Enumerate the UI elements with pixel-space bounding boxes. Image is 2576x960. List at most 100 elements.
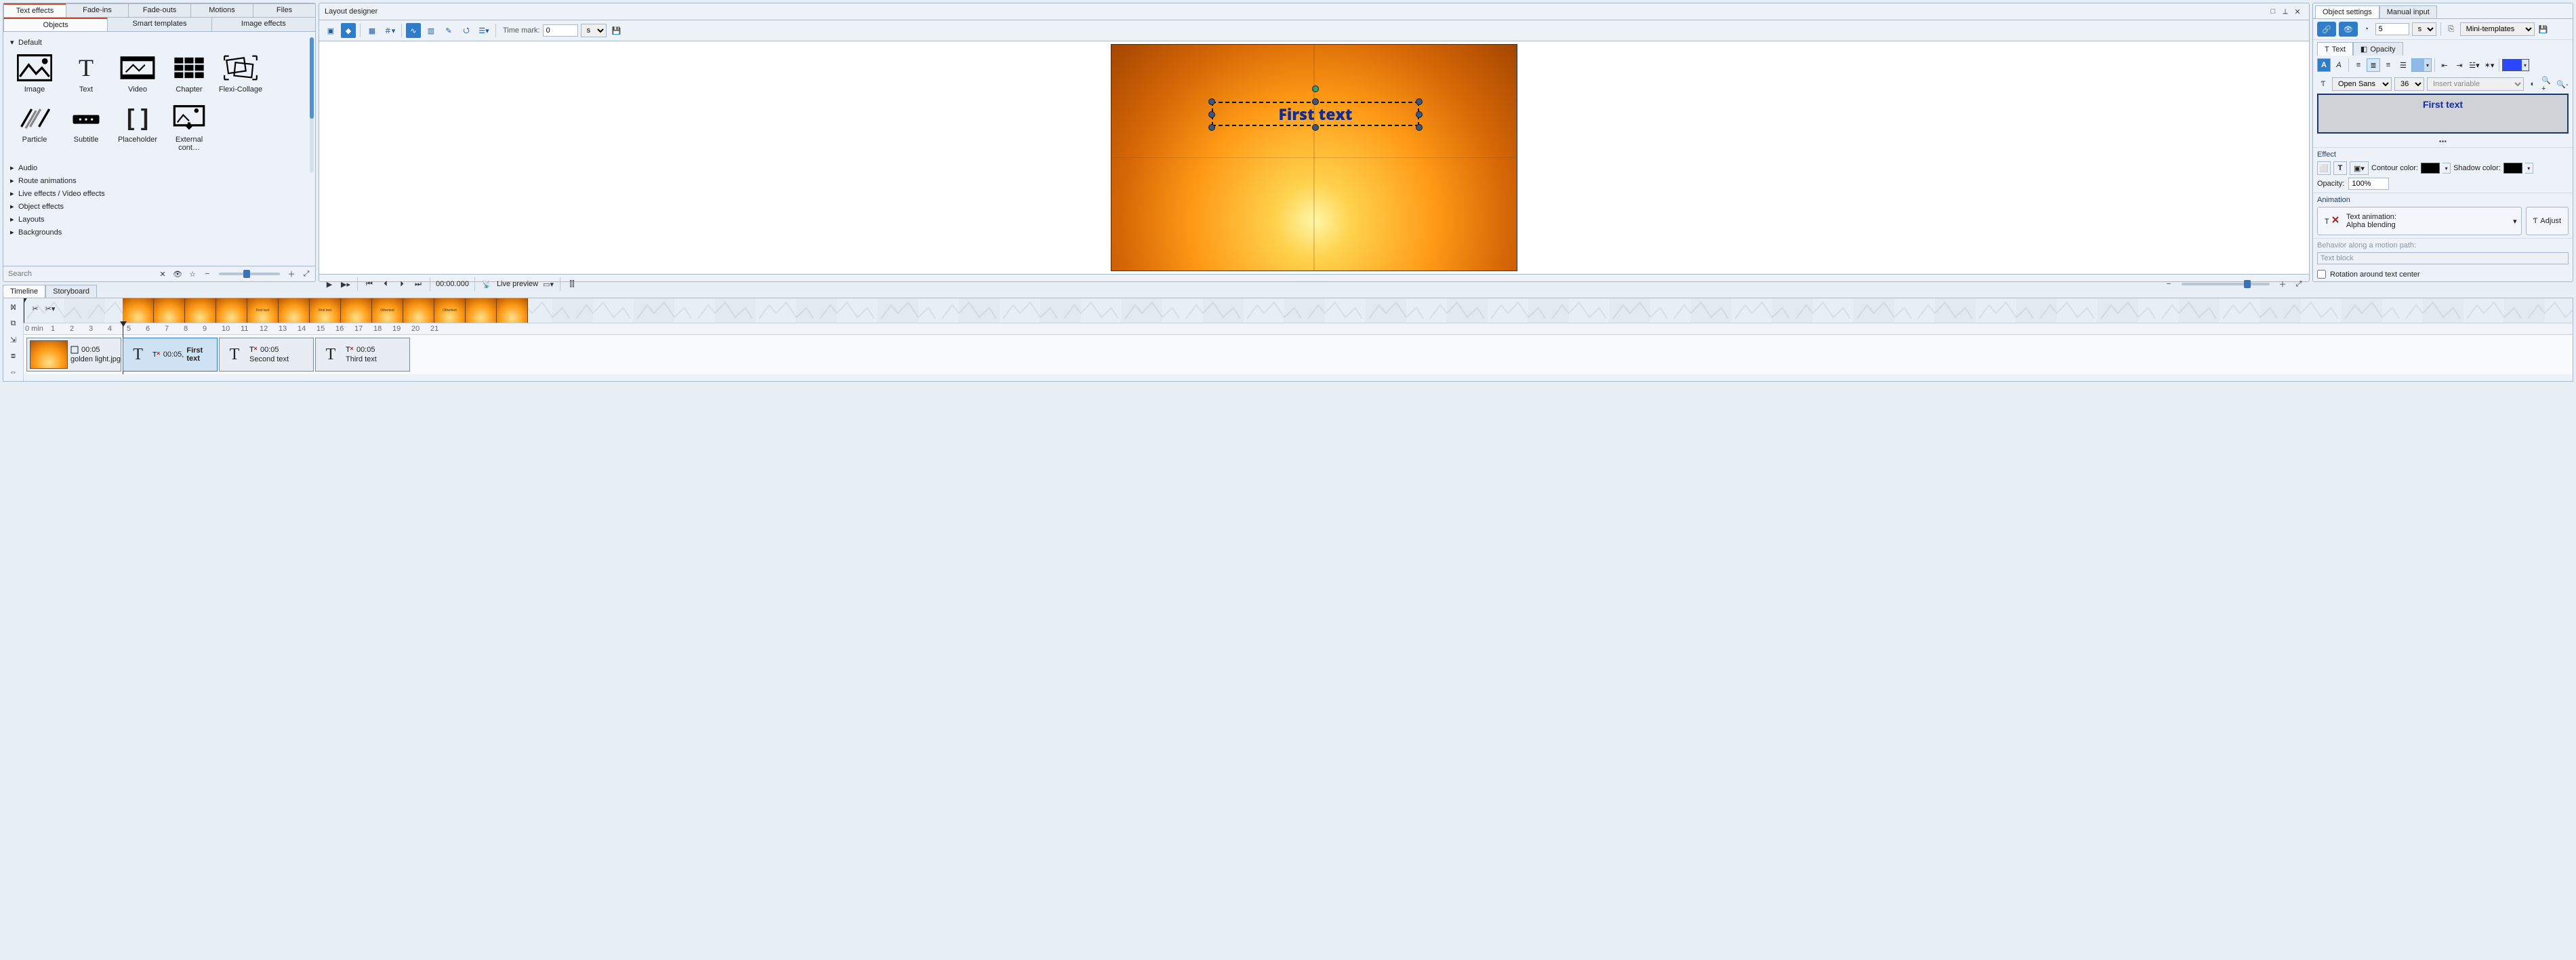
resize-handle-w[interactable]: [1208, 111, 1215, 118]
font-size-select[interactable]: 36: [2394, 77, 2424, 91]
tl-tool-fit-icon[interactable]: ⇔: [7, 366, 20, 378]
obj-video[interactable]: Video: [113, 53, 162, 94]
prev-frame-icon[interactable]: ⏴: [380, 278, 392, 290]
next-frame-icon[interactable]: ⏵: [396, 278, 408, 290]
obj-image[interactable]: Image: [10, 53, 59, 94]
cat-layouts[interactable]: Layouts: [9, 213, 310, 226]
pin-icon[interactable]: ⟂: [2279, 6, 2291, 17]
resize-handle-e[interactable]: [1416, 111, 1423, 118]
rotate-handle[interactable]: [1312, 85, 1319, 92]
quality-icon[interactable]: ▭▾: [542, 278, 554, 290]
italic-mode-icon[interactable]: A: [2332, 58, 2346, 72]
tab-text-effects[interactable]: Text effects: [3, 3, 66, 17]
align-center-icon[interactable]: ≣: [2367, 58, 2380, 72]
contrast-icon[interactable]: ◐: [2527, 78, 2539, 90]
opacity-input[interactable]: [2348, 178, 2389, 190]
obj-chapter[interactable]: Chapter: [165, 53, 213, 94]
effect-none-icon[interactable]: ⬜: [2317, 161, 2331, 175]
resize-handle-sw[interactable]: [1208, 124, 1215, 131]
thumb-size-slider[interactable]: [219, 273, 280, 275]
tl-tool-group-icon[interactable]: ⧉: [7, 317, 20, 329]
canvas-zoom-slider[interactable]: [2182, 283, 2270, 285]
cut-mode-icon[interactable]: ✂▾: [44, 302, 56, 315]
maximize-icon[interactable]: □: [2267, 6, 2279, 17]
timeline-tracks[interactable]: 00:05golden light.jpgTT00:05, First text…: [24, 335, 2573, 374]
contour-color-dd[interactable]: ▾: [2442, 163, 2451, 174]
tl-tool-split-icon[interactable]: ⇲: [7, 334, 20, 346]
time-mark-unit[interactable]: s: [581, 24, 607, 37]
zoom-out-icon[interactable]: −: [201, 268, 213, 280]
zoom-fit-icon[interactable]: ⤢: [300, 268, 312, 280]
save-frame-icon[interactable]: 💾: [609, 23, 624, 38]
close-icon[interactable]: ✕: [2291, 6, 2304, 17]
crop-tool-icon[interactable]: ▣: [323, 23, 338, 38]
subtab-smart-templates[interactable]: Smart templates: [107, 18, 211, 32]
toolbox-scrollbar[interactable]: [310, 37, 314, 173]
text-color-well[interactable]: ▾: [2502, 59, 2529, 71]
style-icon[interactable]: ✶▾: [2482, 58, 2496, 72]
timeline-clip[interactable]: 00:05golden light.jpg: [26, 338, 121, 372]
zoom-in-canvas-icon[interactable]: ＋: [2276, 278, 2289, 290]
time-ruler[interactable]: 0 min 123456789101112131415161718192021: [24, 323, 2573, 335]
search-input[interactable]: [6, 268, 154, 280]
expand-text-icon[interactable]: •••: [2313, 136, 2573, 147]
align-left-icon[interactable]: ≡: [2352, 58, 2365, 72]
char-mode-icon[interactable]: A: [2317, 58, 2331, 72]
zoom-fit-canvas-icon[interactable]: ⤢: [2293, 278, 2305, 290]
time-mark-input[interactable]: [543, 24, 578, 37]
zoom-out-canvas-icon[interactable]: −: [2163, 278, 2175, 290]
resize-handle-ne[interactable]: [1416, 98, 1423, 105]
select-tool-icon[interactable]: ◆: [341, 23, 356, 38]
star-icon[interactable]: ☆: [186, 268, 199, 280]
obj-external-content[interactable]: External cont…: [165, 103, 213, 152]
resize-handle-s[interactable]: [1312, 124, 1319, 131]
cat-audio[interactable]: Audio: [9, 161, 310, 174]
contour-color-well[interactable]: [2421, 163, 2440, 174]
cat-live-effects[interactable]: Live effects / Video effects: [9, 187, 310, 200]
tab-storyboard[interactable]: Storyboard: [45, 285, 97, 298]
insert-variable-select[interactable]: Insert variable: [2427, 77, 2524, 91]
cat-route[interactable]: Route animations: [9, 174, 310, 187]
subtab-objects[interactable]: Objects: [3, 18, 108, 32]
timeline-clip[interactable]: TT00:05Third text: [315, 338, 410, 372]
skip-end-icon[interactable]: ⏭: [412, 278, 424, 290]
indent-dec-icon[interactable]: ⇤: [2438, 58, 2451, 72]
cut-tool-icon[interactable]: ✂: [29, 302, 41, 315]
play-from-icon[interactable]: ▶▸: [340, 278, 352, 290]
resize-handle-nw[interactable]: [1208, 98, 1215, 105]
tab-fade-outs[interactable]: Fade-outs: [128, 3, 191, 17]
obj-subtitle[interactable]: Subtitle: [62, 103, 110, 152]
obj-particle[interactable]: Particle: [10, 103, 59, 152]
subtab-image-effects[interactable]: Image effects: [211, 18, 316, 32]
adjust-button[interactable]: Ƭ Adjust: [2526, 207, 2569, 235]
grid-icon[interactable]: ▦: [365, 23, 380, 38]
duration-unit[interactable]: s: [2412, 22, 2436, 36]
effect-outline-icon[interactable]: T: [2333, 161, 2347, 175]
compare-icon[interactable]: ⫿⫿: [566, 278, 578, 290]
subtab-opacity[interactable]: ◧Opacity: [2353, 42, 2403, 56]
list-icon[interactable]: ☱▾: [2468, 58, 2481, 72]
tab-object-settings[interactable]: Object settings: [2315, 5, 2379, 18]
link-toggle-icon[interactable]: 🔗: [2317, 22, 2336, 37]
subtab-text[interactable]: TText: [2317, 42, 2353, 56]
canvas[interactable]: First text: [1111, 44, 1517, 271]
tab-fade-ins[interactable]: Fade-ins: [66, 3, 129, 17]
font-family-select[interactable]: Open Sans: [2332, 77, 2392, 91]
guides-icon[interactable]: ＃▾: [382, 23, 397, 38]
table-tool-icon[interactable]: ▥: [424, 23, 438, 38]
list-tool-icon[interactable]: ☰▾: [476, 23, 491, 38]
duration-input[interactable]: [2375, 23, 2409, 35]
rotate-tool-icon[interactable]: ⭯: [459, 23, 474, 38]
play-icon[interactable]: ▶: [323, 278, 335, 290]
tab-manual-input[interactable]: Manual input: [2379, 5, 2437, 18]
tl-tool-trim-icon[interactable]: Ⳮ: [7, 301, 20, 313]
visibility-toggle-icon[interactable]: 👁: [2339, 22, 2358, 37]
timeline-clip[interactable]: TT00:05Second text: [219, 338, 314, 372]
tab-timeline[interactable]: Timeline: [3, 285, 45, 298]
cat-backgrounds[interactable]: Backgrounds: [9, 226, 310, 239]
save-template-icon[interactable]: 💾: [2537, 23, 2550, 35]
tab-motions[interactable]: Motions: [190, 3, 253, 17]
resize-handle-se[interactable]: [1416, 124, 1423, 131]
tab-files[interactable]: Files: [253, 3, 316, 17]
text-zoom-out-icon[interactable]: 🔍-: [2556, 78, 2569, 90]
